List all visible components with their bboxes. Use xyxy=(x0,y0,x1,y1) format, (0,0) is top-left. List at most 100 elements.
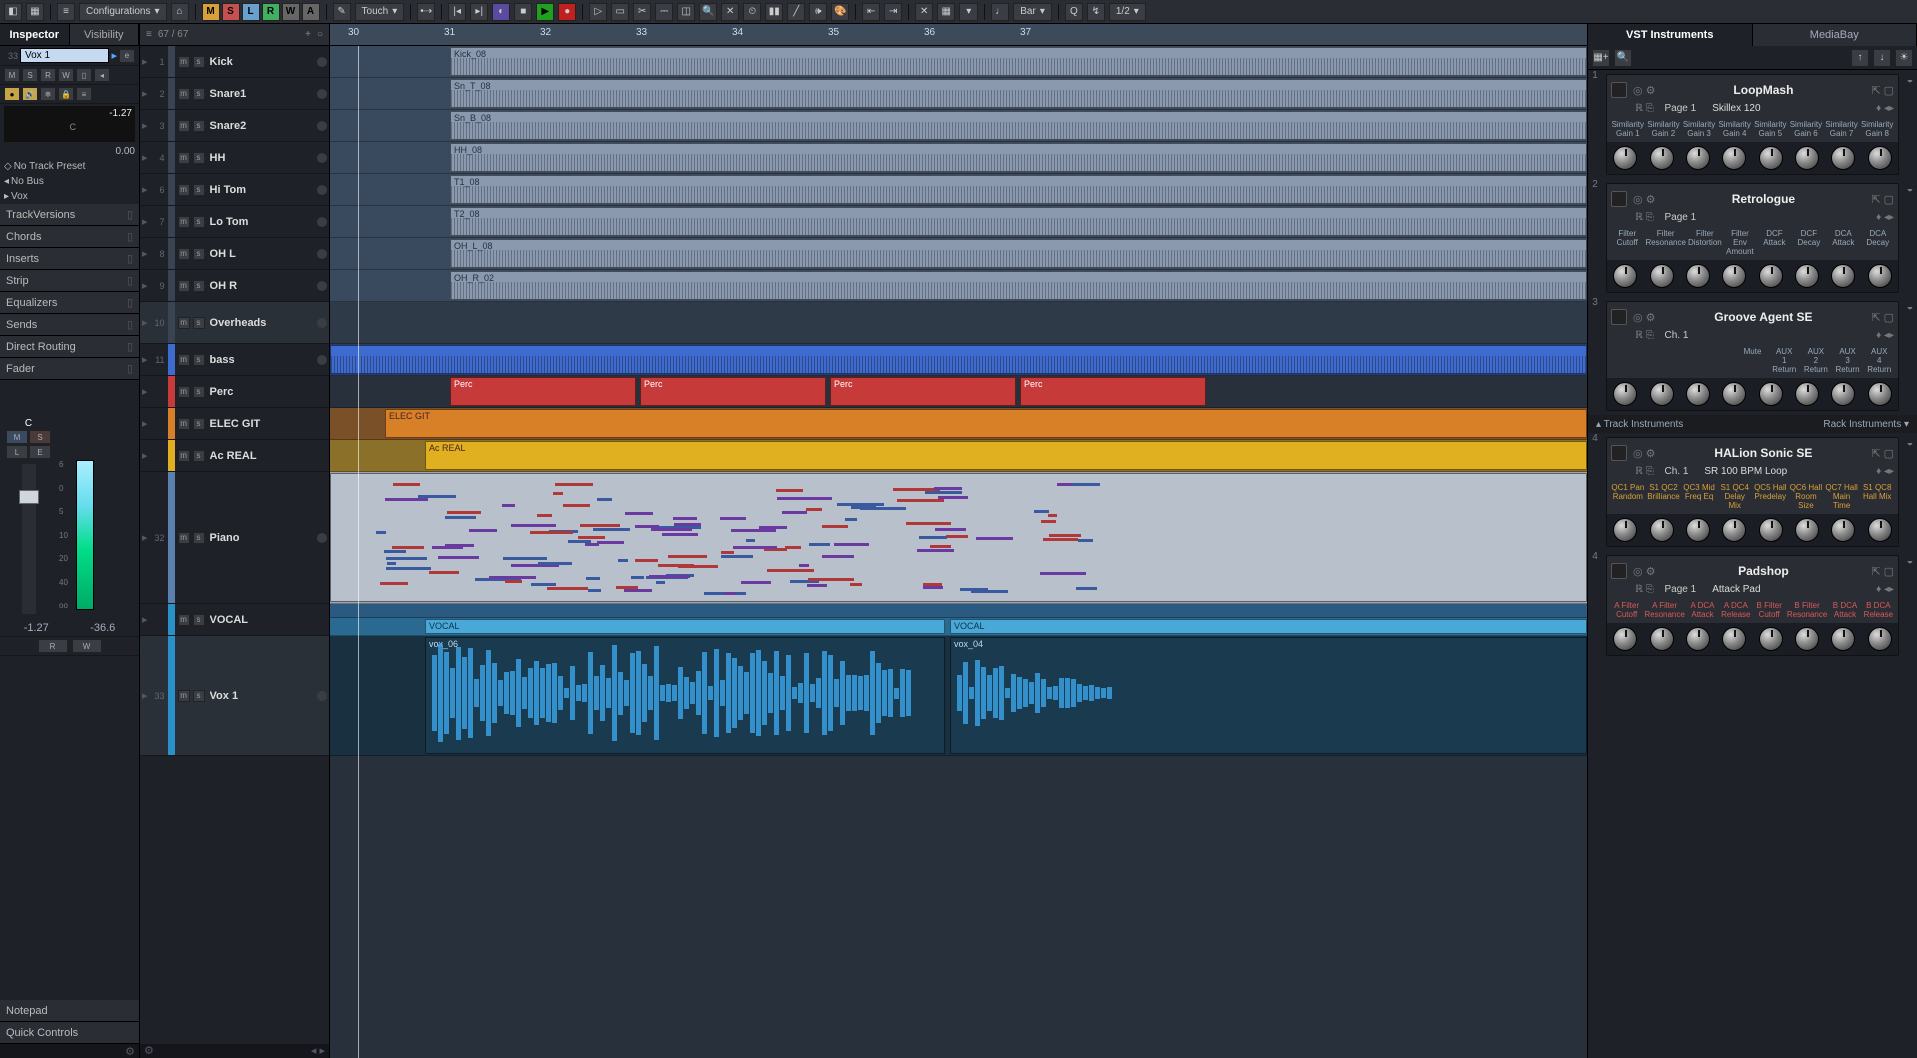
state-r-button[interactable]: R xyxy=(262,3,280,21)
audio-clip[interactable]: Ac REAL xyxy=(425,441,1587,470)
power-icon[interactable] xyxy=(1611,445,1627,461)
audio-clip[interactable]: HH_08 xyxy=(450,143,1587,172)
expand-icon[interactable]: ⇱ ▢ xyxy=(1871,565,1894,578)
tab-visibility[interactable]: Visibility xyxy=(70,24,140,45)
insp-btn-r[interactable]: R xyxy=(40,68,56,82)
audio-clip[interactable]: OH_R_02 xyxy=(450,271,1587,300)
collapse-icon[interactable]: ◒ xyxy=(1907,74,1914,86)
audio-clip[interactable]: vox_04 xyxy=(950,637,1587,754)
arrange-view[interactable]: 3031323334353637 Kick_08Sn_T_08Sn_B_08HH… xyxy=(330,24,1587,1058)
insp-monitor-icon[interactable]: 🔊 xyxy=(22,87,38,101)
goto-end-icon[interactable]: ▸| xyxy=(470,3,488,21)
output-routing[interactable]: Vox xyxy=(11,191,28,202)
qc-knob[interactable] xyxy=(1722,627,1746,651)
collapse-icon[interactable]: ◒ xyxy=(1907,555,1914,567)
qc-knob[interactable] xyxy=(1831,264,1855,288)
qc-knob[interactable] xyxy=(1795,627,1819,651)
solo-button[interactable]: s xyxy=(193,120,205,132)
section-sends[interactable]: Sends▯ xyxy=(0,314,139,336)
find-instrument-icon[interactable]: 🔍 xyxy=(1614,49,1632,67)
track-row[interactable]: ▸ ms VOCAL xyxy=(140,604,329,636)
collapse-icon[interactable]: ◒ xyxy=(1907,437,1914,449)
audio-clip[interactable]: Perc xyxy=(450,377,636,406)
qc-knob[interactable] xyxy=(1686,518,1710,542)
state-m-button[interactable]: M xyxy=(202,3,220,21)
state-s-button[interactable]: S xyxy=(222,3,240,21)
section-quick-controls[interactable]: Quick Controls xyxy=(0,1022,139,1044)
collapse-icon[interactable]: ◒ xyxy=(1907,301,1914,313)
insp-btn-◂[interactable]: ◂ xyxy=(94,68,110,82)
audio-clip[interactable]: Perc xyxy=(640,377,826,406)
mute-button[interactable]: m xyxy=(178,216,190,228)
solo-button[interactable]: s xyxy=(193,690,205,702)
mute-tool-icon[interactable]: ✕ xyxy=(721,3,739,21)
qc-knob[interactable] xyxy=(1759,382,1783,406)
track-row[interactable]: ▸2 ms Snare1 xyxy=(140,78,329,110)
collapse-icon[interactable]: ◒ xyxy=(1907,183,1914,195)
tracklist-settings-icon[interactable]: ⚙ xyxy=(144,1044,154,1058)
layout-icon[interactable]: ▦ xyxy=(26,3,44,21)
qc-knob[interactable] xyxy=(1686,382,1710,406)
grid-type-select[interactable]: ▾ xyxy=(959,3,978,21)
insp-lane-icon[interactable]: ≡ xyxy=(76,87,92,101)
mute-button[interactable]: m xyxy=(178,690,190,702)
qc-knob[interactable] xyxy=(1759,264,1783,288)
qc-knob[interactable] xyxy=(1722,264,1746,288)
instrument-name[interactable]: Padshop xyxy=(1662,564,1866,578)
qc-knob[interactable] xyxy=(1650,382,1674,406)
qc-knob[interactable] xyxy=(1831,146,1855,170)
stop-button[interactable]: ■ xyxy=(514,3,532,21)
solo-button[interactable]: s xyxy=(193,317,205,329)
solo-button[interactable]: s xyxy=(193,216,205,228)
folder-mute[interactable]: m xyxy=(178,386,190,398)
nudge-left-icon[interactable]: ⇤ xyxy=(862,3,880,21)
record-enable[interactable] xyxy=(317,533,327,543)
fader-read[interactable]: R xyxy=(38,639,68,653)
expand-icon[interactable]: ⇱ ▢ xyxy=(1871,311,1894,324)
qc-knob[interactable] xyxy=(1868,518,1892,542)
audio-clip[interactable]: T1_08 xyxy=(450,175,1587,204)
draw-tool-icon[interactable]: ▮▮ xyxy=(765,3,783,21)
fader-write[interactable]: W xyxy=(72,639,102,653)
scissors-tool-icon[interactable]: ✂ xyxy=(633,3,651,21)
preset-name[interactable]: SR 100 BPM Loop xyxy=(1704,466,1872,477)
audio-clip[interactable]: Perc xyxy=(830,377,1016,406)
expand-icon[interactable]: ⇱ ▢ xyxy=(1871,84,1894,97)
record-enable[interactable] xyxy=(317,185,327,195)
qc-knob[interactable] xyxy=(1613,146,1637,170)
tab-inspector[interactable]: Inspector xyxy=(0,24,70,45)
quantize-iterate-icon[interactable]: ↯ xyxy=(1087,3,1105,21)
mute-button[interactable]: m xyxy=(178,248,190,260)
next-preset-icon[interactable]: ↓ xyxy=(1873,49,1891,67)
solo-button[interactable]: s xyxy=(193,152,205,164)
record-enable[interactable] xyxy=(317,121,327,131)
track-preset[interactable]: No Track Preset xyxy=(14,161,86,172)
menu-icon[interactable]: ◧ xyxy=(4,3,22,21)
section-trackversions[interactable]: TrackVersions▯ xyxy=(0,204,139,226)
erase-tool-icon[interactable]: ◫ xyxy=(677,3,695,21)
audio-clip[interactable]: OH_L_08 xyxy=(450,239,1587,268)
track-row[interactable]: ▸4 ms HH xyxy=(140,142,329,174)
pan-display[interactable]: -1.27 C xyxy=(4,106,135,142)
qc-knob[interactable] xyxy=(1868,382,1892,406)
settings-icon[interactable]: ☀ xyxy=(1895,49,1913,67)
range-tool-icon[interactable]: ▭ xyxy=(611,3,629,21)
track-row[interactable]: ▸10 ms Overheads xyxy=(140,302,329,344)
qc-knob[interactable] xyxy=(1650,146,1674,170)
goto-start-icon[interactable]: |◂ xyxy=(448,3,466,21)
playhead[interactable] xyxy=(358,46,359,1058)
folder-mute[interactable]: m xyxy=(178,418,190,430)
qc-knob[interactable] xyxy=(1831,518,1855,542)
qc-knob[interactable] xyxy=(1650,264,1674,288)
section-direct-routing[interactable]: Direct Routing▯ xyxy=(0,336,139,358)
pointer-tool-icon[interactable]: ▷ xyxy=(589,3,607,21)
input-routing[interactable]: No Bus xyxy=(11,176,44,187)
qc-knob[interactable] xyxy=(1722,146,1746,170)
insp-btn-m[interactable]: M xyxy=(4,68,20,82)
automation-icon[interactable]: ✎ xyxy=(333,3,351,21)
track-row[interactable]: ▸11 ms bass xyxy=(140,344,329,376)
mute-button[interactable]: m xyxy=(178,152,190,164)
power-icon[interactable] xyxy=(1611,82,1627,98)
prev-preset-icon[interactable]: ↑ xyxy=(1851,49,1869,67)
expand-icon[interactable]: ⇱ ▢ xyxy=(1871,447,1894,460)
